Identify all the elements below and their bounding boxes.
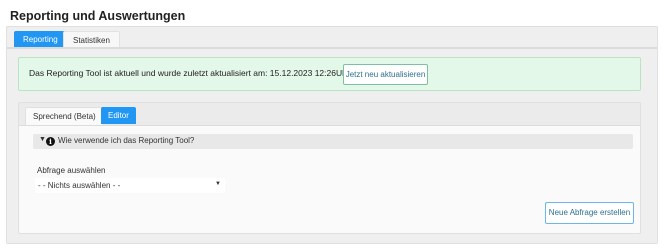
new-query-button[interactable]: Neue Abfrage erstellen — [545, 202, 634, 224]
tab-reporting[interactable]: Reporting — [14, 31, 67, 48]
tab-sprechend[interactable]: Sprechend (Beta) — [25, 107, 104, 125]
caret-down-icon: ▼ — [39, 136, 46, 143]
howto-label: Wie verwende ich das Reporting Tool? — [58, 136, 195, 145]
query-select[interactable]: - - Nichts auswählen - - ▼ — [35, 178, 225, 193]
query-select-label: Abfrage auswählen — [37, 166, 106, 175]
page-title: Reporting und Auswertungen — [10, 9, 186, 23]
query-select-value: - - Nichts auswählen - - — [38, 181, 121, 190]
info-icon: i — [46, 137, 55, 146]
tab-bar-divider — [7, 47, 657, 49]
howto-accordion[interactable]: ▼ i Wie verwende ich das Reporting Tool? — [33, 134, 633, 149]
tab-editor[interactable]: Editor — [101, 107, 136, 124]
refresh-button[interactable]: Jetzt neu aktualisieren — [343, 64, 428, 85]
status-box: Das Reporting Tool ist aktuell und wurde… — [18, 57, 641, 91]
chevron-down-icon: ▼ — [215, 181, 221, 187]
inner-tab-bar: Sprechend (Beta) Editor — [19, 103, 640, 126]
status-message: Das Reporting Tool ist aktuell und wurde… — [29, 68, 350, 78]
editor-panel: Sprechend (Beta) Editor ▼ i Wie verwende… — [18, 102, 641, 234]
